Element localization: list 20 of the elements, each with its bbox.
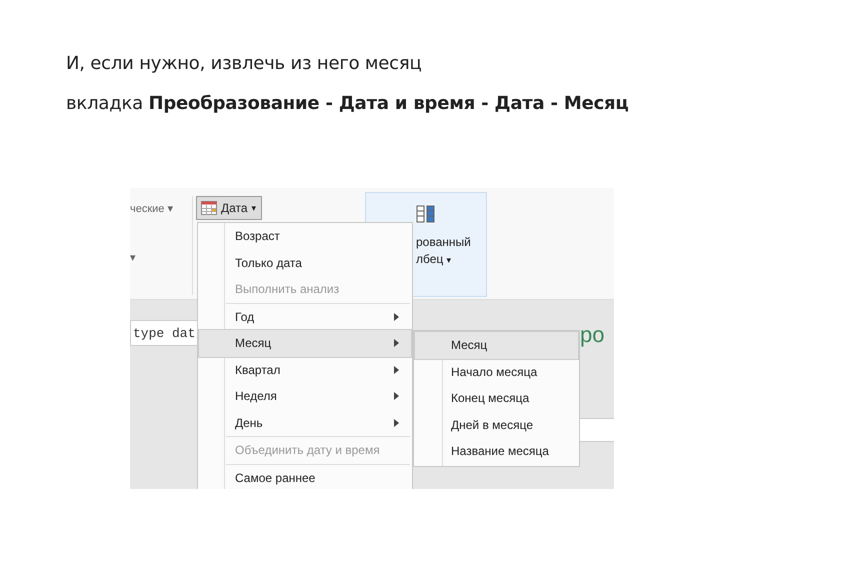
menu-item[interactable]: Конец месяца	[415, 385, 578, 412]
menu-item[interactable]: День	[199, 410, 411, 436]
caret-icon[interactable]: ▾	[130, 251, 192, 264]
menu-item[interactable]: Месяц	[415, 332, 578, 358]
date-button[interactable]: Дата ▾	[196, 196, 262, 220]
instruction-text: вкладка Преобразование - Дата и время - Дата - Месяц	[66, 92, 630, 116]
ribbon-group-label[interactable]: ческие ▾	[130, 202, 192, 215]
menu-item[interactable]: Дней в месяце	[415, 412, 578, 438]
columns-icon	[416, 204, 436, 224]
menu-item[interactable]: Месяц	[199, 330, 411, 356]
menu-item[interactable]: Квартал	[199, 356, 411, 383]
menu-item[interactable]: Начало месяца	[415, 358, 578, 385]
heading-text: И, если нужно, извлечь из него месяц	[66, 52, 423, 76]
menu-item[interactable]: Неделя	[199, 383, 411, 410]
formula-field[interactable]: type dat	[130, 320, 200, 346]
menu-item[interactable]: Год	[199, 304, 411, 330]
preview-title: ро	[580, 322, 604, 348]
menu-item[interactable]: Самое раннее	[199, 464, 411, 489]
menu-item[interactable]: Название месяца	[415, 438, 578, 464]
calendar-icon	[201, 201, 217, 215]
